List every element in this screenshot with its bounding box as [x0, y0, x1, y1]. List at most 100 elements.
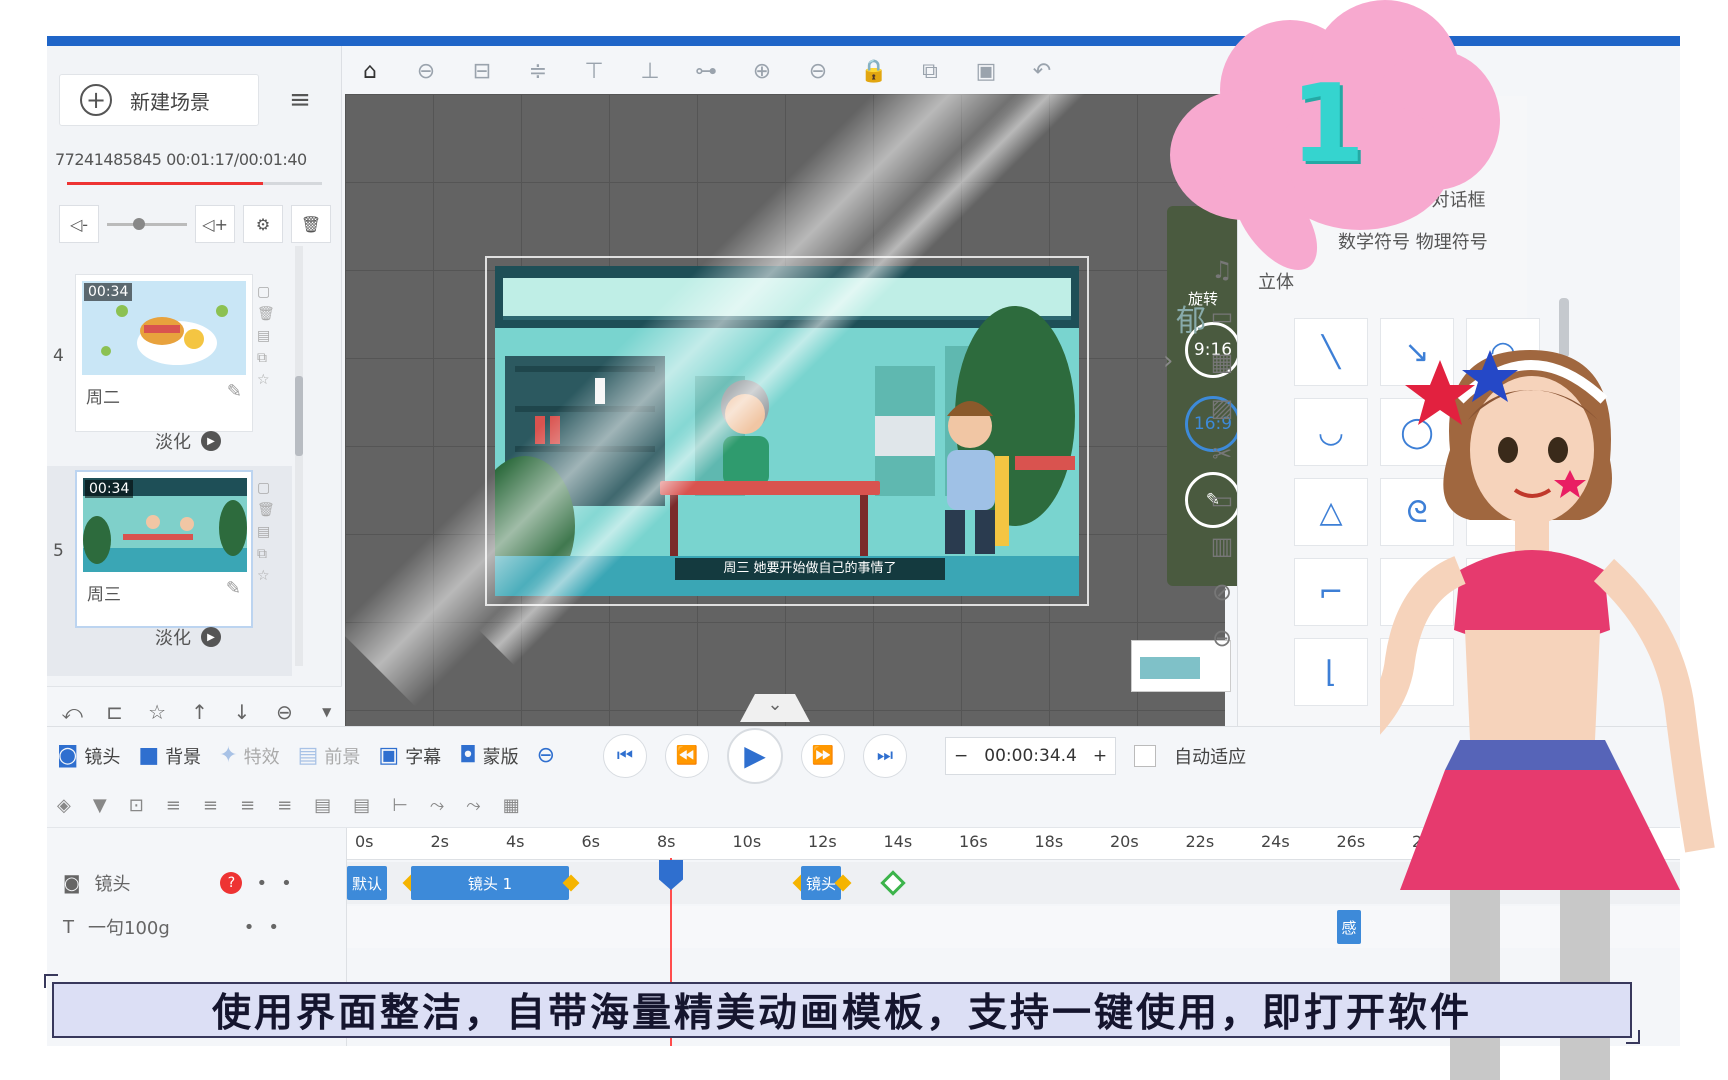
volume-knob[interactable] — [133, 217, 145, 230]
scene-scrollbar[interactable] — [295, 246, 303, 666]
scene-scrollbar-thumb[interactable] — [295, 376, 303, 456]
foreground-tool[interactable]: ▤ 前景 — [298, 743, 361, 769]
background-tool[interactable]: ■ 背景 — [138, 743, 201, 769]
export-icon[interactable]: ⧉ — [257, 350, 281, 366]
dot-icon[interactable]: • — [268, 917, 279, 938]
more-circle-icon[interactable]: ⊖ — [1212, 624, 1232, 652]
editing-canvas[interactable]: 周三 她要开始做自己的事情了 ⌄ — [345, 94, 1225, 726]
triangle-shape[interactable]: △ — [1294, 478, 1368, 546]
home-icon[interactable]: ⌂ — [355, 59, 385, 84]
dot-icon[interactable]: • — [281, 873, 292, 894]
align-icon[interactable]: ≡ — [277, 795, 292, 816]
more-tools[interactable]: ⊖ — [537, 743, 555, 768]
favorite-icon[interactable]: ☆ — [257, 372, 281, 388]
undo-icon[interactable]: ↶ — [1027, 59, 1057, 84]
picture-icon[interactable]: ▨ — [1211, 394, 1234, 422]
volume-down-icon[interactable]: ◁- — [59, 205, 99, 243]
time-input[interactable]: − 00:00:34.4 + — [945, 736, 1117, 775]
play-button[interactable]: ▶ — [727, 727, 784, 784]
text-clip[interactable]: 感 — [1337, 910, 1361, 944]
delete-icon[interactable]: 🗑 — [257, 306, 281, 322]
shape-category-3d[interactable]: 立体 — [1258, 268, 1294, 294]
play-circle-icon[interactable]: ▶ — [201, 431, 221, 451]
undo-scene-icon[interactable]: ⤺ — [57, 696, 87, 728]
step-shape[interactable]: ⌐ — [1294, 558, 1368, 626]
film-icon[interactable]: ▥ — [1211, 532, 1234, 560]
copy-icon[interactable]: ▢ — [257, 480, 281, 496]
caption-tool[interactable]: ▣ 字幕 — [378, 743, 441, 769]
align-bottom-icon[interactable]: ⊥ — [635, 59, 665, 84]
image-edit-icon[interactable]: ▦ — [1211, 348, 1234, 376]
lock-icon[interactable]: 🔒 — [859, 59, 889, 84]
step-forward-button[interactable]: ⏩ — [801, 733, 846, 778]
distribute-icon[interactable]: ⊶ — [691, 59, 721, 84]
scene-transition-4[interactable]: 淡化 ▶ — [155, 428, 221, 454]
move-up-icon[interactable]: ↑ — [184, 696, 214, 728]
settings-gear-icon[interactable]: ⚙ — [243, 205, 283, 243]
next-scene-button[interactable]: ⏭ — [863, 733, 908, 778]
camera-tool[interactable]: ◙ 镜头 — [57, 743, 120, 769]
split-icon[interactable]: ⊢ — [392, 795, 408, 816]
scroll-down-icon[interactable]: ▼ — [312, 696, 342, 728]
delete-icon[interactable]: 🗑 — [257, 502, 281, 518]
volume-up-icon[interactable]: ◁+ — [195, 205, 235, 243]
step-back-button[interactable]: ⏪ — [665, 733, 710, 778]
effect-tool[interactable]: ✦ 特效 — [219, 743, 279, 769]
align-icon[interactable]: ≡ — [203, 795, 218, 816]
copy-icon[interactable]: ⧉ — [915, 59, 945, 84]
default-clip[interactable]: 默认 — [347, 866, 387, 900]
line-shape[interactable]: ╲ — [1294, 318, 1368, 386]
edit-pencil-icon[interactable]: ✎ — [226, 578, 241, 599]
more-circle-icon[interactable]: ⊖ — [411, 59, 441, 84]
motion-icon[interactable]: ⤳ — [466, 795, 480, 816]
bracket-shape[interactable]: ⌊ — [1294, 638, 1368, 706]
scene-sort-icon[interactable]: ≡ — [269, 74, 331, 126]
insert-icon[interactable]: ⊏ — [99, 696, 129, 728]
volume-slider[interactable] — [107, 217, 187, 230]
align-icon[interactable]: ≡ — [166, 795, 181, 816]
copy-icon[interactable]: ▢ — [257, 284, 281, 300]
list-icon[interactable]: ▤ — [353, 795, 370, 816]
play-circle-icon[interactable]: ▶ — [201, 627, 221, 647]
camera-clip-1[interactable]: 镜头 1 — [411, 866, 569, 900]
keyframe-icon[interactable]: ◈ — [57, 795, 71, 816]
dot-icon[interactable]: • — [244, 917, 255, 938]
tools-icon[interactable]: ✂ — [1212, 440, 1232, 468]
filter-icon[interactable]: ▼ — [93, 795, 107, 816]
align-center-icon[interactable]: ≑ — [523, 59, 553, 84]
align-top-icon[interactable]: ⊤ — [579, 59, 609, 84]
auto-fit-checkbox[interactable] — [1134, 744, 1157, 767]
grid-icon[interactable]: ▦ — [503, 795, 520, 816]
save-icon[interactable]: ▤ — [257, 328, 281, 344]
paste-icon[interactable]: ▣ — [971, 59, 1001, 84]
export-icon[interactable]: ⧉ — [257, 546, 281, 562]
more-icon[interactable]: ⊖ — [269, 696, 299, 728]
scene-transition-5[interactable]: 淡化 ▶ — [155, 624, 221, 650]
save-icon[interactable]: ▤ — [257, 524, 281, 540]
move-down-icon[interactable]: ↓ — [227, 696, 257, 728]
panel-expand-chevron-icon[interactable]: › — [1163, 346, 1173, 376]
time-minus-icon[interactable]: − — [946, 746, 976, 766]
folder-icon[interactable]: ▭ — [1211, 486, 1234, 514]
new-scene-button[interactable]: + 新建场景 — [59, 74, 259, 126]
edit-pencil-icon[interactable]: ✎ — [227, 381, 242, 402]
align-left-icon[interactable]: ⊟ — [467, 59, 497, 84]
favorite-icon[interactable]: ☆ — [257, 568, 281, 584]
speech-bubble-icon[interactable]: ▭ — [1211, 302, 1234, 330]
dot-icon[interactable]: • — [256, 873, 267, 894]
warning-icon[interactable]: ? — [220, 872, 243, 894]
time-value[interactable]: 00:00:34.4 — [976, 746, 1085, 766]
zoom-in-icon[interactable]: ⊕ — [747, 59, 777, 84]
add-keyframe-icon[interactable] — [880, 870, 906, 896]
scene-card-4[interactable]: 00:34 周二 ✎ — [75, 274, 253, 432]
collapse-chevron-icon[interactable]: ⌄ — [740, 694, 810, 722]
scene-card-5[interactable]: 00:34 周三 ✎ — [75, 470, 253, 628]
time-plus-icon[interactable]: + — [1085, 746, 1115, 766]
prev-scene-button[interactable]: ⏮ — [603, 733, 648, 778]
star-icon[interactable]: ☆ — [142, 696, 172, 728]
align-icon[interactable]: ≡ — [240, 795, 255, 816]
mask-tool[interactable]: ◘ 蒙版 — [459, 743, 518, 769]
curve-shape[interactable]: ◡ — [1294, 398, 1368, 466]
zoom-out-icon[interactable]: ⊖ — [803, 59, 833, 84]
crop-icon[interactable]: ⊡ — [129, 795, 144, 816]
